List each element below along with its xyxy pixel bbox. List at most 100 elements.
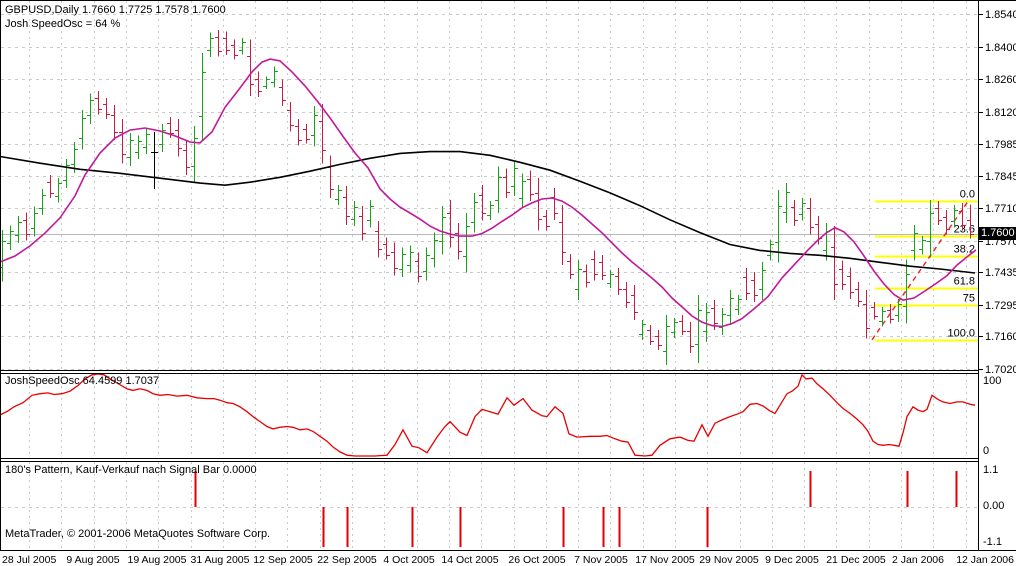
pattern-scale-low: -1.1 [983,536,1002,548]
ohlc-bar [647,324,654,345]
ohlc-bar [447,200,454,248]
ohlc-bar [127,133,134,166]
ohlc-bar [135,135,142,159]
speedosc-scale-bottom: 0 [983,445,990,457]
ohlc-bar [615,268,622,295]
fibonacci-label: 75 [963,293,975,305]
date-axis-label: 9 Dec 2005 [765,554,819,566]
date-axis-label: 19 Aug 2005 [128,554,187,566]
ohlc-bar [655,329,662,350]
ohlc-bar [599,255,606,281]
ohlc-bar [719,308,726,335]
ohlc-bar [207,32,214,58]
fibonacci-label: 0.0 [960,189,975,201]
ohlc-bar [583,264,590,288]
ohlc-bar [15,215,22,243]
ohlc-bar [527,170,534,202]
ohlc-bar [367,200,374,228]
metatrader-chart-window: 0.0 23.6 38.2 61.8 75 100.0 1.8540 1.8400 1.8260… [0,0,1016,566]
ohlc-bar [487,201,494,220]
current-price-badge: 1.7600 [979,227,1016,240]
ohlc-bar [519,173,526,208]
ohlc-bar [303,123,310,144]
ohlc-bar [359,205,366,241]
ohlc-bar [7,225,14,250]
ohlc-bar [807,198,814,235]
ohlc-bar [79,109,86,150]
date-axis-label: 4 Oct 2005 [383,554,435,566]
ohlc-bar [687,322,694,354]
ohlc-bar [727,290,734,325]
ohlc-bar [287,102,294,132]
speedosc-pane-label: JoshSpeedOsc 64.4599 1.7037 [5,375,160,387]
ohlc-bar [159,123,166,152]
ohlc-bar [415,252,422,283]
ohlc-bar [119,119,126,164]
ohlc-bar [31,206,38,237]
ohlc-bar [751,272,758,302]
ohlc-bar [143,128,150,155]
price-axis-label: 1.7435 [985,267,1016,279]
price-axis-label: 1.8120 [985,107,1016,119]
ohlc-bar [255,71,262,98]
ohlc-bar [759,262,766,301]
ohlc-bar [631,284,638,320]
date-axis-label: 29 Nov 2005 [699,554,759,566]
ohlc-bar [575,259,582,301]
ohlc-bar [855,282,862,307]
ohlc-bar [23,212,30,241]
fibonacci-label: 100.0 [947,328,975,340]
ohlc-bar [783,183,790,223]
ohlc-bar [343,186,350,225]
price-axis-label: 1.7160 [985,331,1016,343]
ohlc-bar [463,212,470,273]
ohlc-bar [63,158,70,188]
pattern-scale-zero: 0.00 [983,500,1005,512]
ohlc-bar [111,105,118,141]
ohlc-bar [407,245,414,273]
ohlc-bar [351,201,358,226]
ohlc-bar [55,177,62,203]
pattern-pane-label: 180's Pattern, Kauf-Verkauf nach Signal … [5,464,257,476]
ohlc-bar [943,209,950,235]
ohlc-bar [271,66,278,88]
date-axis-label: 14 Oct 2005 [441,554,498,566]
ohlc-bar [103,98,110,120]
ohlc-bar [863,290,870,339]
ohlc-bar [535,178,542,231]
price-axis-label: 1.8260 [985,74,1016,86]
date-axis-label: 28 Jul 2005 [2,554,56,566]
ohlc-bar [223,31,230,55]
ohlc-bar [231,39,238,60]
ohlc-bar [247,39,254,97]
date-axis-label: 7 Nov 2005 [574,554,628,566]
ohlc-bar [511,160,518,197]
date-axis-label: 31 Aug 2005 [191,554,250,566]
ohlc-bar [911,224,918,261]
ohlc-bar [623,282,630,309]
ohlc-bar [239,37,246,55]
ohlc-bar [199,53,206,141]
indicator-header: Josh SpeedOsc = 64 % [5,18,121,30]
price-axis-label: 1.7295 [985,300,1016,312]
pattern-scale-high: 1.1 [983,464,999,476]
symbol-ohlc-header: GBPUSD,Daily 1.7660 1.7725 1.7578 1.7600 [5,4,226,16]
ohlc-bar [679,315,686,335]
price-axis-label: 1.7845 [985,171,1016,183]
ohlc-bar [431,232,438,268]
ohlc-bar [47,175,54,199]
chart-canvas[interactable]: 0.023.638.261.875100.01.85401.84001.8260… [0,0,1016,566]
ohlc-bar [503,168,510,199]
ohlc-bar [551,188,558,220]
ohlc-bar [183,140,190,176]
date-axis-label: 9 Aug 2005 [66,554,119,566]
date-axis-label: 26 Oct 2005 [508,554,565,566]
ohlc-bar [591,250,598,281]
date-axis-label: 12 Sep 2005 [253,554,313,566]
ohlc-bar [879,306,886,327]
ohlc-bar [335,185,342,206]
ohlc-bar [95,91,102,115]
ohlc-bar [279,79,286,107]
ohlc-bar [375,220,382,258]
ohlc-bar [895,298,902,322]
